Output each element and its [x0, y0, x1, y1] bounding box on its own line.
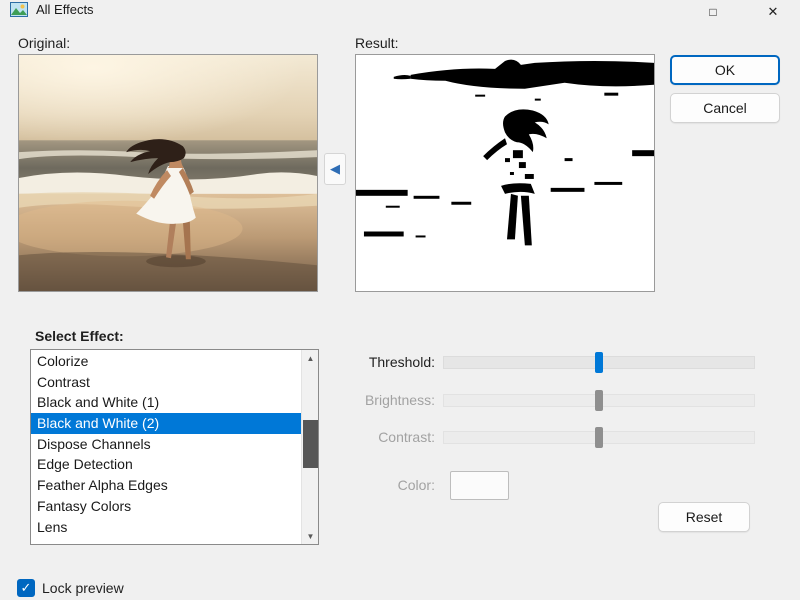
effect-list-item[interactable]: Contrast [31, 372, 301, 393]
contrast-slider-thumb [595, 427, 603, 448]
brightness-slider [443, 390, 755, 411]
contrast-slider-row: Contrast: [340, 427, 760, 450]
maximize-icon: □ [709, 5, 717, 19]
apply-left-button[interactable]: ◀ [324, 153, 346, 185]
effect-list-item[interactable]: Black and White (2) [31, 413, 301, 434]
all-effects-dialog: All Effects □ ✕ Original: Result: ◀ OK C… [0, 0, 800, 600]
reset-button[interactable]: Reset [658, 502, 750, 532]
original-photo [19, 55, 317, 291]
scrollbar-thumb[interactable] [303, 420, 318, 468]
threshold-slider[interactable] [443, 352, 755, 373]
brightness-slider-row: Brightness: [340, 390, 760, 413]
maximize-button[interactable]: □ [690, 0, 736, 24]
result-image [356, 55, 654, 291]
effect-listbox: Colorize Contrast Black and White (1) Black… [30, 349, 319, 545]
app-icon [10, 2, 28, 17]
effect-list-item[interactable]: Dispose Channels [31, 434, 301, 455]
result-preview [355, 54, 655, 292]
original-label: Original: [18, 35, 71, 51]
threshold-slider-thumb[interactable] [595, 352, 603, 373]
effect-list-item[interactable]: Black and White (1) [31, 392, 301, 413]
color-swatch[interactable] [450, 471, 509, 500]
scroll-down-icon: ▼ [306, 531, 315, 541]
check-icon: ✓ [20, 580, 32, 595]
scroll-down-button[interactable]: ▼ [302, 528, 318, 544]
effect-list-item[interactable]: Colorize [31, 351, 301, 372]
lock-preview-checkbox[interactable]: ✓ [17, 579, 35, 597]
threshold-label: Threshold: [368, 354, 435, 370]
lock-preview-label: Lock preview [42, 580, 124, 596]
select-effect-label: Select Effect: [35, 328, 124, 344]
cancel-button[interactable]: Cancel [670, 93, 780, 123]
window-title: All Effects [36, 2, 94, 17]
list-scrollbar[interactable]: ▲ ▼ [301, 350, 318, 544]
original-preview [18, 54, 318, 292]
threshold-slider-row: Threshold: [340, 352, 760, 375]
contrast-slider [443, 427, 755, 448]
effect-list: Colorize Contrast Black and White (1) Black… [31, 351, 301, 537]
effect-list-item[interactable]: Fantasy Colors [31, 496, 301, 517]
left-arrow-icon: ◀ [330, 161, 340, 176]
ok-button[interactable]: OK [670, 55, 780, 85]
contrast-label: Contrast: [378, 429, 435, 445]
color-label: Color: [397, 477, 435, 493]
effect-list-item[interactable]: Feather Alpha Edges [31, 475, 301, 496]
brightness-slider-thumb [595, 390, 603, 411]
scroll-up-icon: ▲ [306, 353, 315, 363]
close-icon: ✕ [767, 4, 779, 19]
titlebar[interactable]: All Effects □ ✕ [0, 0, 800, 26]
brightness-label: Brightness: [364, 392, 435, 408]
close-button[interactable]: ✕ [750, 0, 796, 24]
effect-list-item[interactable]: Edge Detection [31, 454, 301, 475]
result-label: Result: [355, 35, 399, 51]
effect-list-item[interactable]: Lens [31, 517, 301, 538]
scroll-up-button[interactable]: ▲ [302, 350, 318, 366]
